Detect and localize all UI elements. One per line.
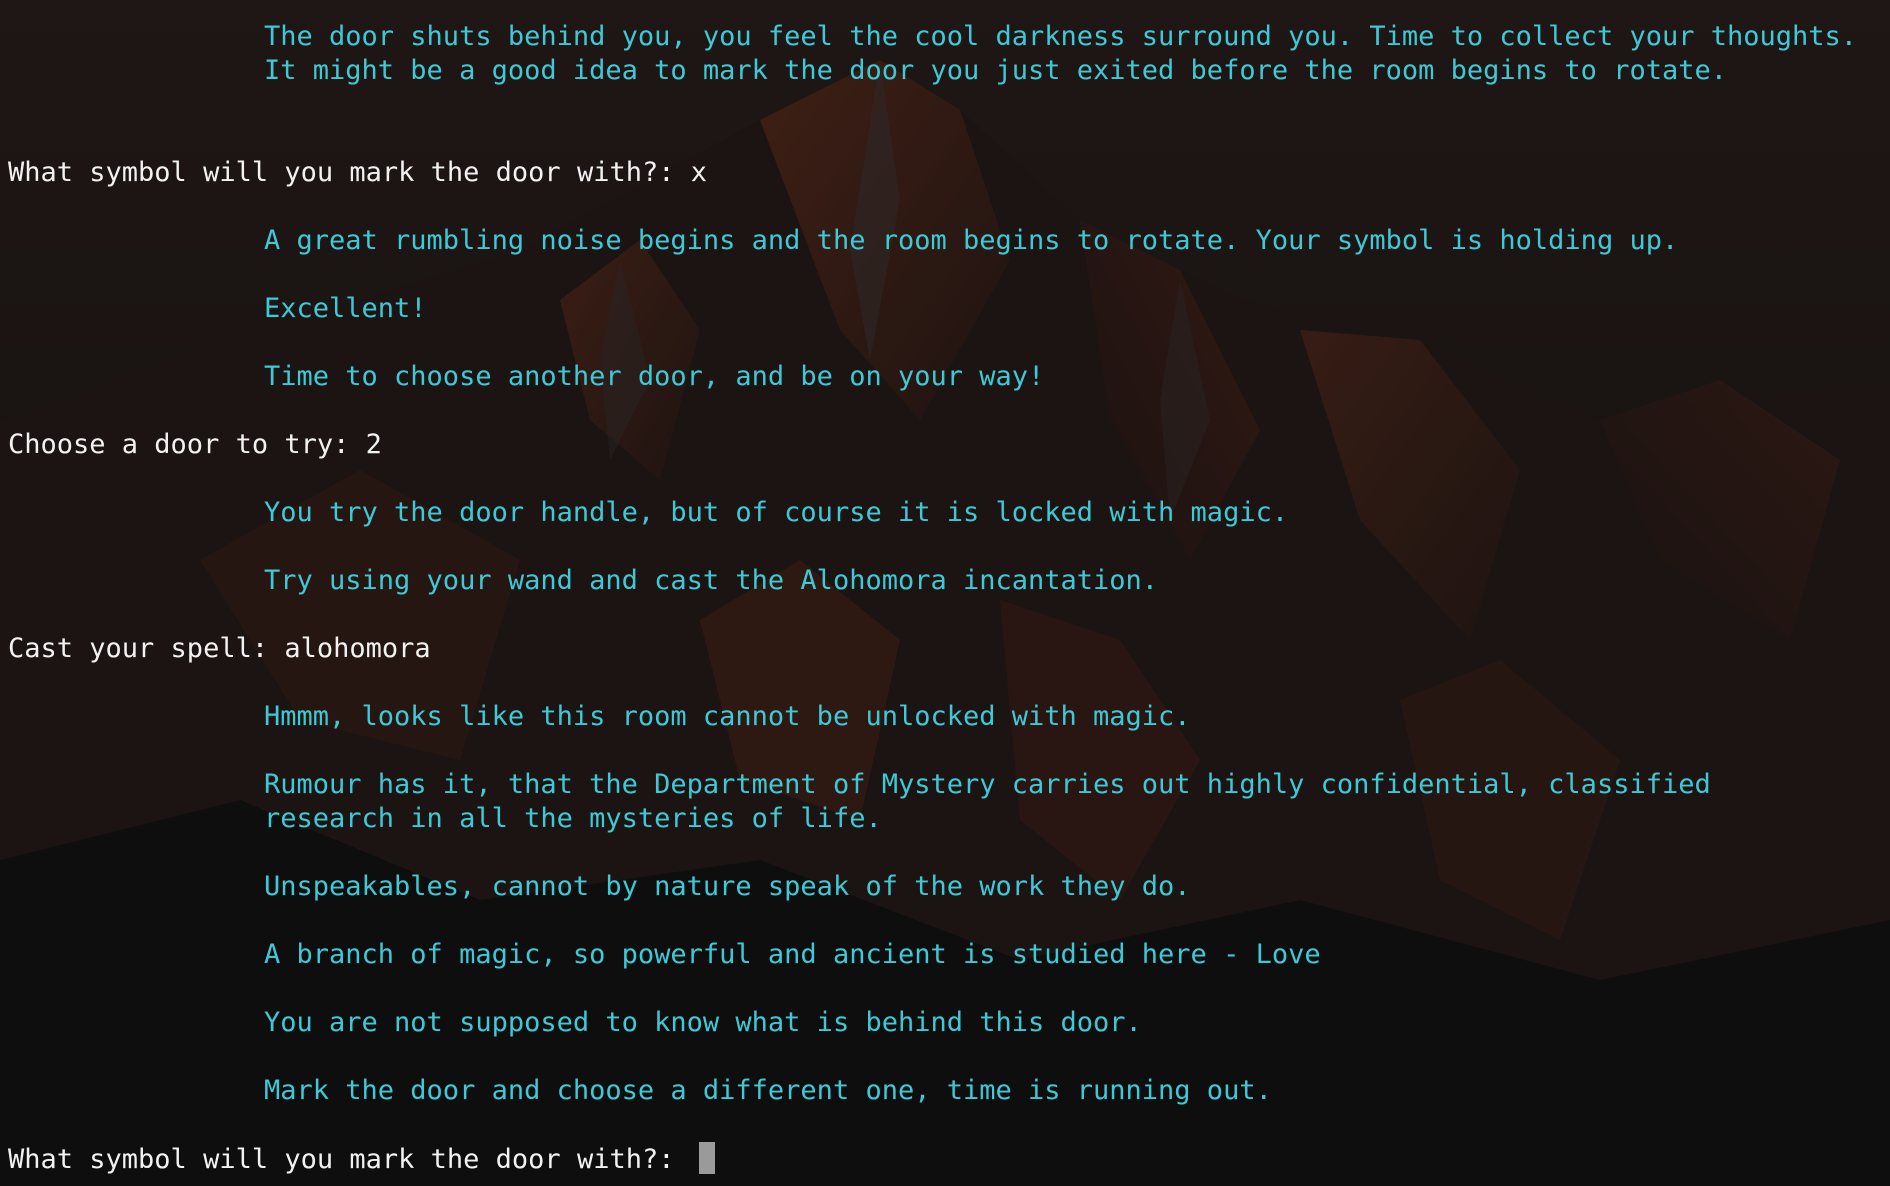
prompt-line: Choose a door to try: 2 xyxy=(8,429,382,460)
narration-line: Excellent! xyxy=(264,293,427,324)
narration-line: The door shuts behind you, you feel the … xyxy=(264,21,1858,52)
narration-line: You are not supposed to know what is beh… xyxy=(264,1007,1142,1038)
narration-line: Rumour has it, that the Department of My… xyxy=(264,769,1711,800)
narration-line: research in all the mysteries of life. xyxy=(264,803,882,834)
active-prompt-line[interactable]: What symbol will you mark the door with?… xyxy=(8,1142,715,1177)
narration-line: A great rumbling noise begins and the ro… xyxy=(264,225,1679,256)
text-cursor xyxy=(698,1142,715,1174)
narration-line: A branch of magic, so powerful and ancie… xyxy=(264,939,1321,970)
narration-line: Time to choose another door, and be on y… xyxy=(264,361,1045,392)
prompt-line: What symbol will you mark the door with?… xyxy=(8,157,707,188)
narration-line: You try the door handle, but of course i… xyxy=(264,497,1289,528)
narration-line: Hmmm, looks like this room cannot be unl… xyxy=(264,701,1191,732)
narration-line: Mark the door and choose a different one… xyxy=(264,1075,1272,1106)
terminal-output: The door shuts behind you, you feel the … xyxy=(0,0,1890,1186)
narration-line: It might be a good idea to mark the door… xyxy=(264,55,1727,86)
narration-line: Unspeakables, cannot by nature speak of … xyxy=(264,871,1191,902)
active-prompt-text: What symbol will you mark the door with?… xyxy=(8,1144,691,1175)
narration-line: Try using your wand and cast the Alohomo… xyxy=(264,565,1159,596)
prompt-line: Cast your spell: alohomora xyxy=(8,633,431,664)
terminal-window[interactable]: The door shuts behind you, you feel the … xyxy=(0,0,1890,1186)
